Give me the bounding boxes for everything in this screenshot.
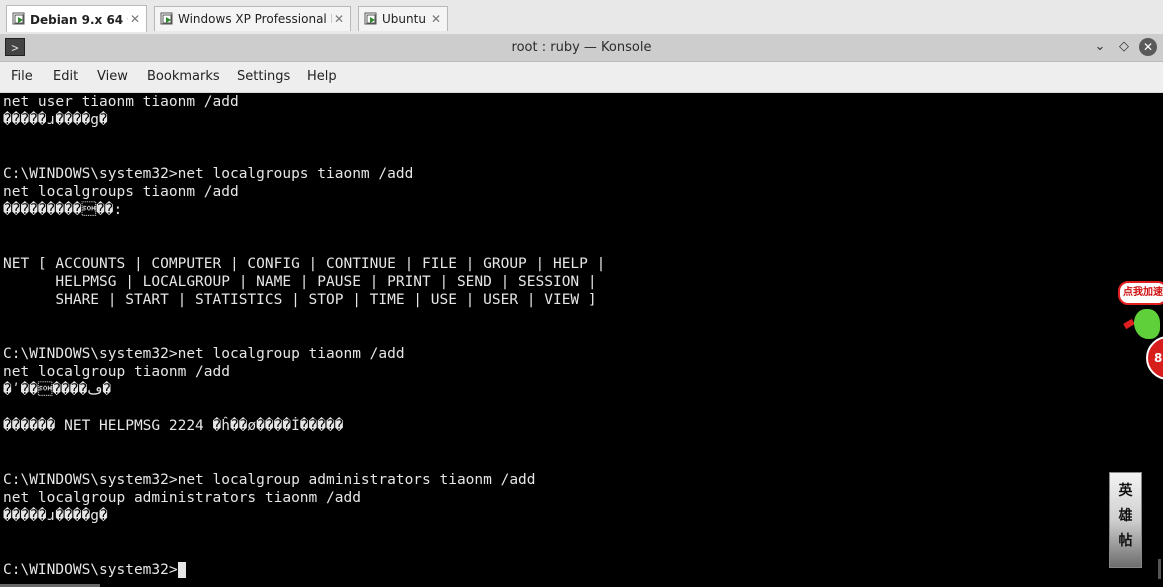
terminal-line: SHARE | START | STATISTICS | STOP | TIME… bbox=[3, 292, 597, 308]
vm-tab-label: Ubuntu bbox=[382, 12, 426, 26]
close-icon[interactable]: ✕ bbox=[332, 12, 346, 26]
scrollbar-thumb[interactable] bbox=[1158, 559, 1161, 579]
terminal-line: net localgroups tiaonm /add bbox=[3, 184, 239, 200]
ink-banner-char: 帖 bbox=[1118, 533, 1133, 549]
menu-view[interactable]: View bbox=[97, 62, 128, 92]
window-titlebar[interactable]: > root : ruby — Konsole ⌄ ◇ ✕ bbox=[0, 34, 1163, 62]
vm-tab-strip: Debian 9.x 64 位 ✕ Windows XP Professiona… bbox=[0, 0, 1163, 35]
terminal-line: C:\WINDOWS\system32>net localgroups tiao… bbox=[3, 166, 414, 182]
close-icon[interactable]: ✕ bbox=[128, 12, 142, 26]
terminal-line: �ʹ������ڡ� bbox=[3, 382, 112, 398]
menu-edit[interactable]: Edit bbox=[53, 62, 78, 92]
terminal-line: C:\WINDOWS\system32>net localgroup tiaon… bbox=[3, 346, 405, 362]
terminal-line: net user tiaonm tiaonm /add bbox=[3, 94, 239, 110]
speed-up-badge[interactable]: 点我加速 bbox=[1118, 281, 1163, 305]
maximize-diamond-icon[interactable]: ◇ bbox=[1115, 38, 1133, 56]
menu-settings[interactable]: Settings bbox=[237, 62, 290, 92]
terminal-line: HELPMSG | LOCALGROUP | NAME | PAUSE | PR… bbox=[3, 274, 597, 290]
vm-icon bbox=[160, 12, 173, 25]
terminal-line: net localgroup tiaonm /add bbox=[3, 364, 230, 380]
vm-icon bbox=[12, 12, 25, 25]
mascot-icon bbox=[1134, 309, 1160, 339]
minimize-chevron-down-icon[interactable]: ⌄ bbox=[1091, 38, 1109, 56]
terminal-line: �����ɹ����g� bbox=[3, 112, 108, 128]
vm-icon bbox=[364, 12, 377, 25]
terminal-area[interactable]: net user tiaonm tiaonm /add �����ɹ����g�… bbox=[0, 93, 1163, 587]
vm-tab-label: Windows XP Professional No P... bbox=[178, 12, 332, 26]
terminal-prompt: C:\WINDOWS\system32> bbox=[3, 562, 178, 578]
terminal-line: net localgroup administrators tiaonm /ad… bbox=[3, 490, 361, 506]
window-title: root : ruby — Konsole bbox=[511, 40, 652, 55]
terminal-line: �����������: bbox=[3, 202, 123, 218]
terminal-cursor bbox=[177, 562, 186, 578]
ink-banner-char: 英 bbox=[1118, 483, 1133, 499]
terminal-output: net user tiaonm tiaonm /add �����ɹ����g�… bbox=[3, 93, 605, 579]
terminal-line: �����ɹ����g� bbox=[3, 508, 108, 524]
menu-bookmarks[interactable]: Bookmarks bbox=[147, 62, 220, 92]
vm-tab-ubuntu[interactable]: Ubuntu ✕ bbox=[358, 6, 448, 31]
terminal-line: NET [ ACCOUNTS | COMPUTER | CONFIG | CON… bbox=[3, 256, 606, 272]
speed-up-widget[interactable]: 点我加速 86 bbox=[1118, 281, 1163, 381]
speed-ball[interactable]: 86 bbox=[1146, 336, 1163, 380]
ink-banner-char: 雄 bbox=[1118, 508, 1133, 524]
vm-tab-windows-xp[interactable]: Windows XP Professional No P... ✕ bbox=[154, 6, 351, 31]
window-close-button[interactable]: ✕ bbox=[1139, 38, 1157, 56]
menu-bar: File Edit View Bookmarks Settings Help bbox=[0, 62, 1163, 93]
terminal-line: ������ NET HELPMSG 2224 �ĥ��ø����İ����� bbox=[3, 418, 344, 434]
close-icon[interactable]: ✕ bbox=[429, 12, 443, 26]
vm-tab-label: Debian 9.x 64 位 bbox=[30, 12, 128, 27]
vm-tab-debian[interactable]: Debian 9.x 64 位 ✕ bbox=[6, 5, 147, 32]
terminal-line: C:\WINDOWS\system32>net localgroup admin… bbox=[3, 472, 536, 488]
menu-help[interactable]: Help bbox=[307, 62, 337, 92]
menu-file[interactable]: File bbox=[11, 62, 33, 92]
ink-banner[interactable]: 英 雄 帖 bbox=[1109, 472, 1142, 568]
